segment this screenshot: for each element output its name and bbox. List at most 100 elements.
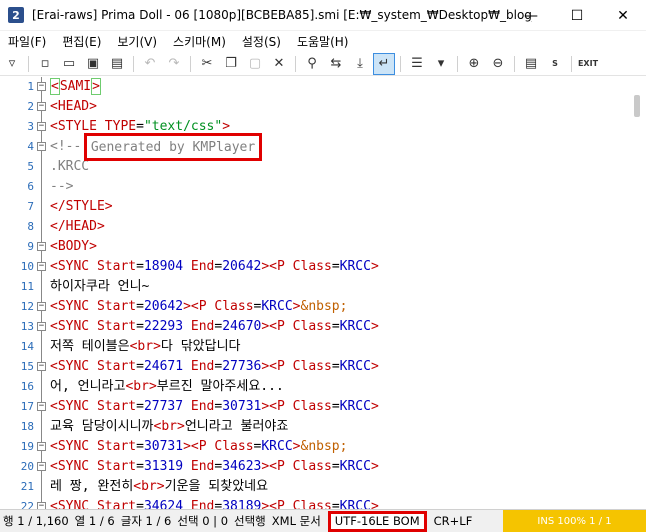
code-token: "text/css" [143,119,223,134]
code-text: --> [50,177,73,197]
code-token: = [136,439,144,454]
fold-toggle-icon[interactable]: − [37,402,46,411]
open-file-icon[interactable]: ▭ [58,53,80,75]
menu-file[interactable]: 파일(F) [0,33,54,50]
code-line[interactable]: 6 --> [0,177,628,197]
fold-toggle-icon[interactable]: − [37,442,46,451]
search-icon[interactable]: ⚲ [301,53,323,75]
zoom-in-icon[interactable]: ⊕ [463,53,485,75]
fold-toggle-icon[interactable]: − [37,142,46,151]
cut-icon[interactable]: ✂ [196,53,218,75]
code-token: Class [292,399,332,414]
code-line[interactable]: 17− <SYNC Start=27737 End=30731><P Class=… [0,397,628,417]
line-number: 15 [20,360,34,373]
code-token: > [292,299,301,314]
code-token: 저쪽 테이블은 [50,339,130,354]
code-token: Class [292,499,332,509]
code-line[interactable]: 7 </STYLE> [0,197,628,217]
paste-icon[interactable]: ▢ [244,53,266,75]
menu-settings[interactable]: 설정(S) [234,33,289,50]
line-number: 21 [20,480,34,493]
menu-view[interactable]: 보기(V) [109,33,165,50]
code-token: End [183,319,215,334]
code-line[interactable]: 20− <SYNC Start=31319 End=34623><P Class=… [0,457,628,477]
line-number: 2 [27,100,34,113]
zoom-out-icon[interactable]: ⊖ [487,53,509,75]
fold-toggle-icon[interactable]: − [37,322,46,331]
title-bar: 2 [Erai-raws] Prima Doll - 06 [1080p][BC… [0,0,646,31]
code-line[interactable]: 2− <HEAD> [0,97,628,117]
code-line[interactable]: 11 하이자쿠라 언니~ [0,277,628,297]
new-file-icon[interactable]: ▫ [34,53,56,75]
maximize-button[interactable]: ☐ [554,0,600,31]
toolbar-separator [457,55,458,72]
minimize-button[interactable]: — [508,0,554,31]
code-token: = [136,399,144,414]
save-all-icon[interactable]: ▤ [106,53,128,75]
code-line[interactable]: 10− <SYNC Start=18904 End=20642><P Class=… [0,257,628,277]
fold-toggle-icon[interactable]: − [37,122,46,131]
copy-icon[interactable]: ❐ [220,53,242,75]
code-text: <SYNC Start=20642><P Class=KRCC>&nbsp; [50,297,347,317]
save-icon[interactable]: ▣ [82,53,104,75]
code-line[interactable]: 13− <SYNC Start=22293 End=24670><P Class=… [0,317,628,337]
delete-icon[interactable]: ✕ [268,53,290,75]
line-number: 13 [20,320,34,333]
code-line[interactable]: 21 레 짱, 완전히<br>기운을 되찾았네요 [0,477,628,497]
code-text: <SYNC Start=31319 End=34623><P Class=KRC… [50,457,379,477]
code-token: Class [292,319,332,334]
outline-icon[interactable]: ☰ [406,53,428,75]
undo-icon[interactable]: ↶ [139,53,161,75]
code-line[interactable]: 9− <BODY> [0,237,628,257]
word-wrap-icon[interactable]: ↵ [373,52,395,75]
code-token: = [331,259,340,274]
goto-icon[interactable]: ⤓ [349,53,371,75]
code-text: <SAMI> [50,77,101,97]
scroll-thumb[interactable] [634,95,640,117]
code-token: > [222,119,231,134]
code-line[interactable]: 8 </HEAD> [0,217,628,237]
close-button[interactable]: ✕ [600,0,646,31]
fold-toggle-icon[interactable]: − [37,82,46,91]
outline-dropdown-icon[interactable]: ▾ [430,53,452,75]
redo-icon[interactable]: ↷ [163,53,185,75]
exit-icon[interactable]: EXIT [577,53,599,75]
fold-toggle-icon[interactable]: − [37,302,46,311]
replace-icon[interactable]: ⇆ [325,53,347,75]
fold-toggle-icon[interactable]: − [37,462,46,471]
vertical-scrollbar[interactable] [629,77,646,509]
code-token: 30731 [143,439,184,454]
fold-toggle-icon[interactable]: − [37,262,46,271]
code-token: KRCC [339,359,371,374]
code-line[interactable]: 16 어, 언니라고<br>부르진 말아주세요... [0,377,628,397]
fold-toggle-icon[interactable]: − [37,242,46,251]
status-doc-type[interactable]: XML 문서 [269,513,324,529]
fold-toggle-icon[interactable]: − [37,102,46,111]
code-line[interactable]: 15− <SYNC Start=24671 End=27736><P Class=… [0,357,628,377]
menu-help[interactable]: 도움말(H) [289,33,357,50]
status-encoding[interactable]: UTF-16LE BOM [327,510,427,532]
code-token: Start [96,399,137,414]
code-line[interactable]: 14 저쪽 테이블은<br>다 닦았답니다 [0,337,628,357]
dropdown-icon[interactable]: ▿ [1,53,23,75]
status-eol[interactable]: CR+LF [431,514,476,528]
code-text: <SYNC Start=34624 End=38189><P Class=KRC… [50,497,379,509]
menu-schema[interactable]: 스키마(M) [165,33,234,50]
code-text: <SYNC Start=18904 End=20642><P Class=KRC… [50,257,379,277]
status-select-mode[interactable]: 선택행 [231,513,269,529]
code-token: Class [292,359,332,374]
code-line[interactable]: 18 교육 담당이시니까<br>언니라고 불러야죠 [0,417,628,437]
code-token: 기운을 되찾았네요 [164,479,269,494]
code-token: <SYNC [50,259,97,274]
code-token: 30731 [222,399,262,414]
s-icon[interactable]: S [544,53,566,75]
code-line[interactable]: 12− <SYNC Start=20642><P Class=KRCC>&nbsp… [0,297,628,317]
menu-edit[interactable]: 편집(E) [54,33,109,50]
code-line[interactable]: 19− <SYNC Start=30731><P Class=KRCC>&nbsp… [0,437,628,457]
code-line[interactable]: 1− <SAMI> [0,77,628,97]
fold-toggle-icon[interactable]: − [37,362,46,371]
app-icon: 2 [8,7,24,23]
code-line[interactable]: 22− <SYNC Start=34624 End=38189><P Class=… [0,497,628,509]
fold-toggle-icon[interactable]: − [37,502,46,509]
properties-icon[interactable]: ▤ [520,53,542,75]
